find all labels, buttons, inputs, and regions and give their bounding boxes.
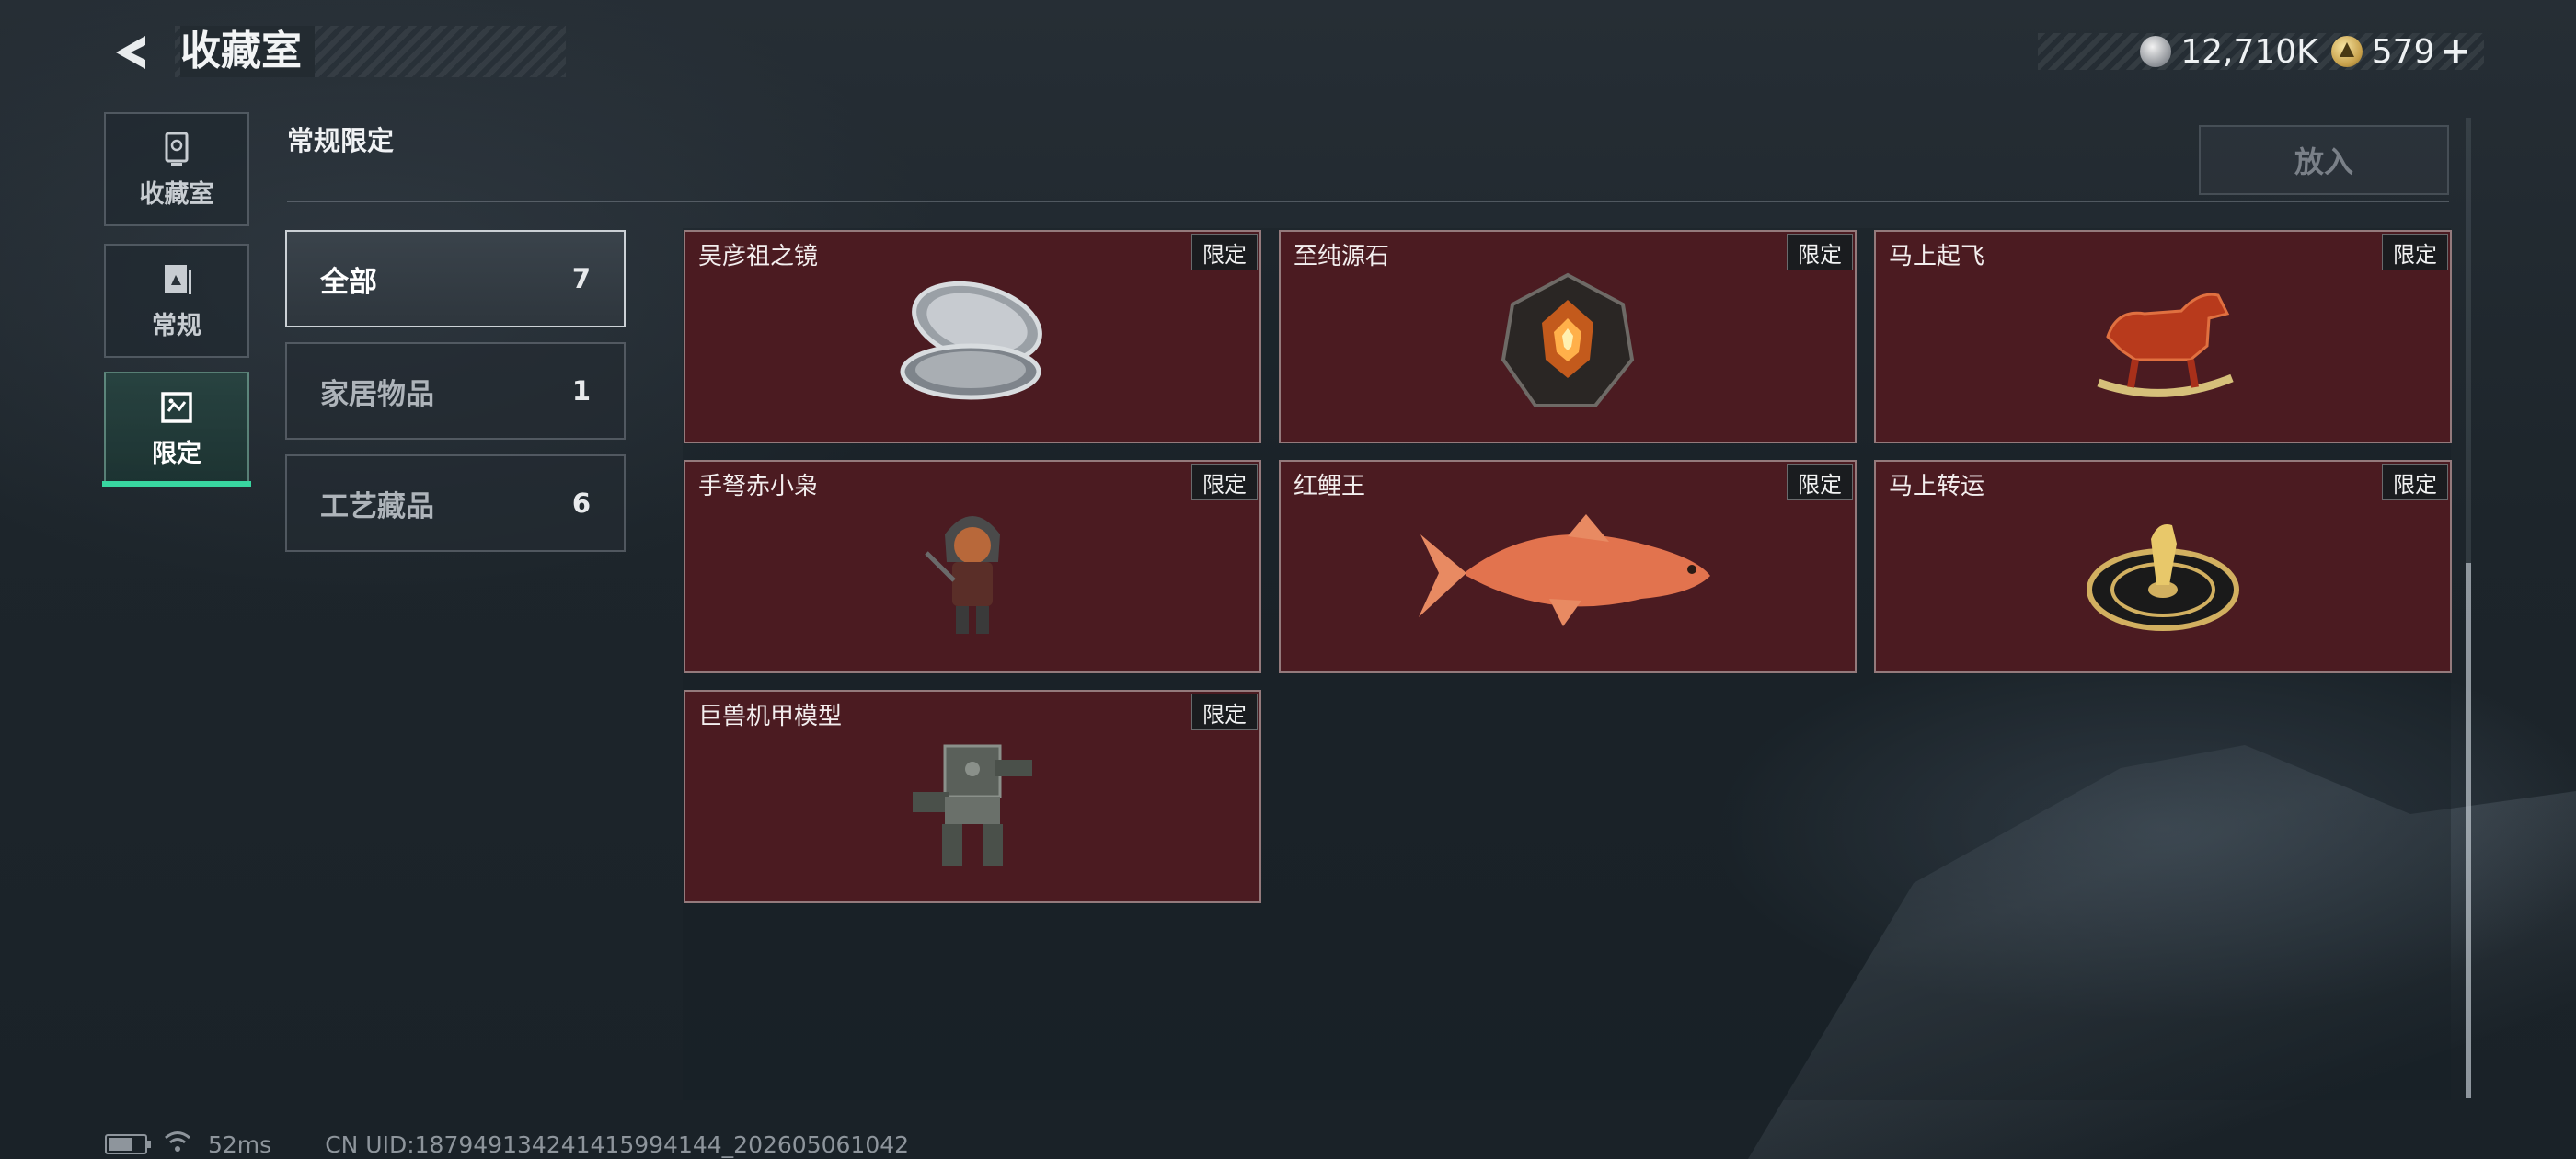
- category-name: 工艺藏品: [320, 489, 434, 523]
- item-card[interactable]: 马上转运 限定: [1874, 460, 2452, 673]
- limited-tag: 限定: [1787, 234, 1853, 270]
- limited-tag: 限定: [1787, 464, 1853, 500]
- ping-value: 52ms: [208, 1130, 272, 1158]
- scrollbar-thumb[interactable]: [2466, 563, 2471, 1098]
- battery-icon: [105, 1134, 151, 1154]
- nav-item-collection-room[interactable]: 收藏室: [104, 112, 249, 226]
- limited-tag: 限定: [1191, 694, 1258, 730]
- item-name: 吴彦祖之镜: [698, 243, 819, 270]
- item-card[interactable]: 马上起飞 限定: [1874, 230, 2452, 443]
- top-bar: 收藏室 12,710K 579 +: [0, 0, 2576, 101]
- currency-silver: 12,710K: [2140, 33, 2318, 71]
- section-divider: [287, 201, 2449, 202]
- item-name: 至纯源石: [1294, 243, 1390, 270]
- back-button[interactable]: [103, 28, 158, 77]
- glowing-crystal-icon: [1501, 272, 1635, 407]
- currency-gold: 579 +: [2330, 30, 2471, 73]
- category-count: 1: [571, 375, 591, 407]
- add-currency-button[interactable]: +: [2440, 30, 2471, 73]
- uid-text: CN UID:187949134241415994144_20260506104…: [325, 1130, 910, 1158]
- item-card[interactable]: 红鲤王 限定: [1279, 460, 1857, 673]
- currency-bar: 12,710K 579 +: [2038, 30, 2484, 73]
- status-bar: 52ms CN UID:187949134241415994144_202605…: [105, 1130, 909, 1159]
- item-card[interactable]: 至纯源石 限定: [1279, 230, 1857, 443]
- page-title: 收藏室: [180, 26, 315, 77]
- title-bar: 收藏室: [175, 26, 566, 77]
- limited-tag: 限定: [1191, 234, 1258, 270]
- item-card[interactable]: 手弩赤小枭 限定: [684, 460, 1261, 673]
- category-craft-collectibles[interactable]: 工艺藏品 6: [285, 454, 626, 552]
- currency-gold-value: 579: [2371, 32, 2435, 71]
- album-icon: [165, 264, 191, 294]
- nav-active-indicator: [102, 481, 251, 487]
- item-name: 马上起飞: [1889, 243, 1985, 270]
- nav-label: 常规: [152, 311, 201, 340]
- category-name: 家居物品: [320, 377, 434, 411]
- red-carp-icon: [1419, 513, 1710, 626]
- item-name: 手弩赤小枭: [698, 473, 819, 500]
- item-name: 红鲤王: [1294, 473, 1366, 500]
- limited-tag: 限定: [2382, 464, 2448, 500]
- trophy-icon: [165, 132, 189, 166]
- mech-model-icon: [913, 744, 1032, 866]
- gold-horse-wheel-icon: [2087, 523, 2239, 631]
- item-name: 马上转运: [1889, 473, 1985, 500]
- gold-triangle-coin-icon: [2330, 36, 2363, 67]
- category-all[interactable]: 全部 7: [285, 230, 626, 327]
- limited-tag: 限定: [2382, 234, 2448, 270]
- picture-frame-icon: [161, 391, 192, 423]
- item-card[interactable]: 巨兽机甲模型 限定: [684, 690, 1261, 903]
- category-home-items[interactable]: 家居物品 1: [285, 342, 626, 440]
- category-name: 全部: [320, 265, 377, 299]
- nav-item-regular[interactable]: 常规: [104, 244, 249, 358]
- put-in-button[interactable]: 放入: [2199, 125, 2449, 195]
- section-title: 常规限定: [287, 125, 395, 156]
- compact-mirror-icon: [900, 281, 1042, 400]
- item-card[interactable]: 吴彦祖之镜 限定: [684, 230, 1261, 443]
- crossbow-figure-icon: [925, 515, 1000, 634]
- nav-item-limited[interactable]: 限定: [104, 372, 249, 486]
- category-count: 7: [571, 263, 591, 294]
- back-arrow-icon: [116, 36, 145, 69]
- currency-silver-value: 12,710K: [2180, 32, 2318, 71]
- nav-label: 限定: [152, 439, 201, 468]
- category-count: 6: [571, 488, 591, 519]
- silver-coin-icon: [2140, 36, 2172, 67]
- wifi-icon: [164, 1130, 191, 1159]
- rocking-horse-icon: [2097, 293, 2234, 397]
- limited-tag: 限定: [1191, 464, 1258, 500]
- nav-label: 收藏室: [139, 179, 214, 209]
- item-name: 巨兽机甲模型: [698, 703, 843, 730]
